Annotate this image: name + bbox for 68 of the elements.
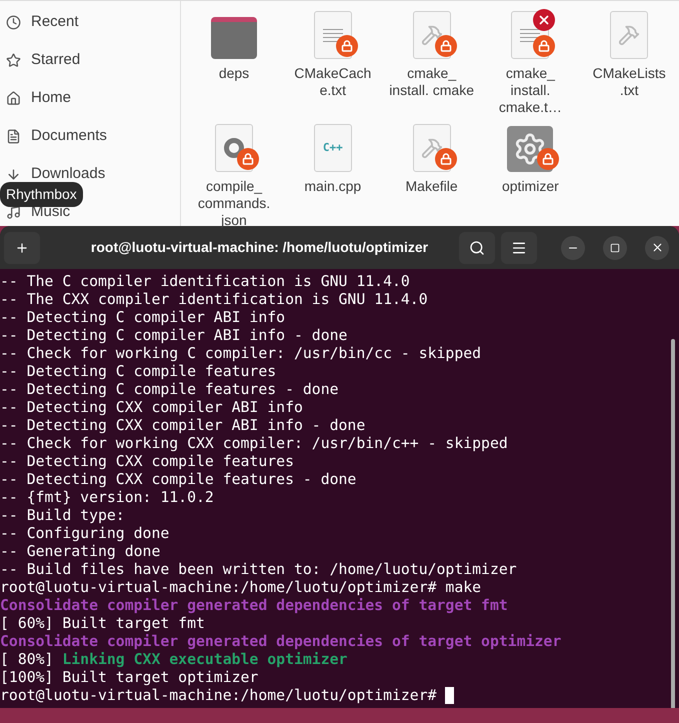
terminal-line: -- Detecting C compile features - done: [0, 381, 339, 399]
terminal-line: -- Check for working C compiler: /usr/bin/cc - skipped: [0, 345, 482, 363]
tooltip: Rhythmbox: [0, 182, 83, 207]
terminal-line: -- Detecting CXX compiler ABI info - done: [0, 417, 366, 435]
file-item[interactable]: compile_ commands. json: [185, 124, 283, 229]
clock-icon: [6, 14, 21, 30]
file-item[interactable]: C++ main.cpp: [284, 124, 382, 229]
file-item[interactable]: cmake_ install. cmake.t…: [481, 11, 580, 116]
file-name: deps: [218, 65, 250, 82]
terminal-line: -- Detecting CXX compile features: [0, 453, 294, 471]
home-icon: [6, 90, 21, 106]
new-tab-icon: [15, 240, 29, 254]
window-title: root@luotu-virtual-machine: /home/luotu/optimizer: [90, 238, 430, 257]
close-icon: [650, 241, 664, 254]
terminal-line: -- Generating done: [0, 543, 160, 561]
search-button[interactable]: [459, 232, 495, 264]
file-item[interactable]: CMakeLists .txt: [580, 11, 678, 116]
maximize-button[interactable]: [603, 236, 627, 260]
close-button[interactable]: [645, 236, 669, 260]
terminal-line: -- Detecting C compile features: [0, 363, 276, 381]
search-icon: [469, 240, 485, 256]
file-name: optimizer: [500, 178, 560, 195]
terminal-line: -- Detecting CXX compiler ABI info: [0, 399, 303, 417]
file-name: CMakeCach e.txt: [293, 65, 372, 99]
code-document-icon: C++: [314, 124, 352, 172]
file-item[interactable]: Makefile: [382, 124, 481, 229]
terminal-line: -- {fmt} version: 11.0.2: [0, 489, 214, 507]
terminal-line: root@luotu-virtual-machine:/home/luotu/optimizer# make: [0, 579, 482, 597]
file-name: Makefile: [404, 178, 459, 195]
maximize-icon: [610, 242, 620, 252]
terminal-line: -- Detecting C compiler ABI info - done: [0, 327, 348, 345]
terminal-line: [100%] Built target optimizer: [0, 669, 258, 687]
file-item[interactable]: optimizer: [481, 124, 580, 229]
sidebar-item[interactable]: Home: [0, 79, 180, 117]
terminal-line: -- Configuring done: [0, 525, 170, 543]
terminal-line: -- The C compiler identification is GNU 11.4.0: [0, 273, 410, 291]
file-name: cmake_ install. cmake.t…: [498, 65, 563, 116]
file-item[interactable]: cmake_ install. cmake: [382, 11, 481, 116]
menu-button[interactable]: [501, 232, 537, 264]
terminal-line: -- Detecting CXX compile features - done: [0, 471, 356, 489]
download-icon: [6, 166, 21, 182]
menu-icon: [511, 240, 527, 256]
document-icon: [6, 128, 21, 144]
hammer-document-icon: [610, 11, 648, 59]
folder-icon: [211, 17, 257, 59]
terminal-line: root@luotu-virtual-machine:/home/luotu/optimizer#: [0, 687, 454, 705]
file-item[interactable]: CMakeCach e.txt: [284, 11, 382, 116]
new-tab-button[interactable]: [4, 232, 40, 264]
file-name: compile_ commands. json: [196, 178, 272, 229]
music-note-icon: [6, 204, 21, 220]
file-name: CMakeLists .txt: [592, 65, 667, 99]
terminal-line: -- The CXX compiler identification is GNU 11.4.0: [0, 291, 428, 309]
cursor: [445, 687, 454, 704]
terminal-line: -- Build files have been written to: /home/luotu/optimizer: [0, 561, 517, 579]
sidebar-item[interactable]: Recent: [0, 3, 180, 41]
file-name: main.cpp: [303, 178, 362, 195]
terminal-line: -- Build type:: [0, 507, 126, 525]
terminal-line: -- Check for working CXX compiler: /usr/bin/c++ - skipped: [0, 435, 508, 453]
file-name: cmake_ install. cmake: [388, 65, 475, 99]
file-item[interactable]: deps: [185, 11, 283, 116]
terminal-line: [ 80%] Linking CXX executable optimizer: [0, 651, 348, 669]
terminal-line: Consolidate compiler generated dependencies of target optimizer: [0, 633, 562, 651]
terminal-line: [ 60%] Built target fmt: [0, 615, 205, 633]
sidebar-item[interactable]: Starred: [0, 41, 180, 79]
terminal-line: -- Detecting C compiler ABI info: [0, 309, 286, 327]
sidebar-item[interactable]: Documents: [0, 117, 180, 155]
star-icon: [6, 52, 21, 68]
terminal-line: Consolidate compiler generated dependencies of target fmt: [0, 597, 508, 615]
